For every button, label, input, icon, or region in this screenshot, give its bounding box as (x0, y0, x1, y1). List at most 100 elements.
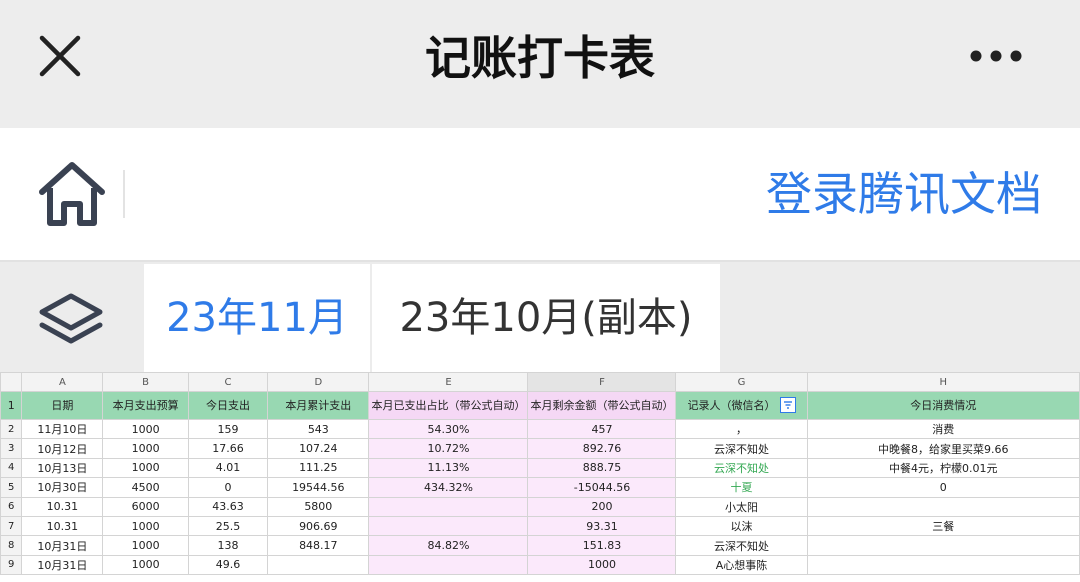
cell-today-detail[interactable]: 中晚餐8，给家里买菜9.66 (806, 438, 1080, 459)
cell-date[interactable]: 10月13日 (21, 457, 104, 479)
cell-budget[interactable]: 1000 (102, 554, 189, 576)
row-number[interactable]: 8 (0, 535, 23, 556)
cell-budget[interactable]: 1000 (102, 438, 189, 459)
cell-date[interactable]: 10月30日 (21, 477, 104, 498)
cell-remaining[interactable]: 200 (527, 496, 677, 517)
cell-today-detail[interactable]: 三餐 (806, 515, 1080, 537)
cell-date[interactable]: 10月12日 (21, 438, 104, 459)
cell-today-detail[interactable]: 0 (806, 477, 1080, 498)
column-header-f[interactable]: F (527, 372, 677, 392)
cell-month-total[interactable]: 5800 (267, 496, 370, 517)
sheet-tabs-bar: 23年11月 23年10月(副本) (0, 260, 1080, 372)
cell-today-detail[interactable] (806, 496, 1080, 517)
filter-icon[interactable] (779, 396, 796, 413)
cell-month-total[interactable]: 107.24 (267, 438, 370, 459)
cell-month-total[interactable]: 111.25 (267, 457, 370, 479)
select-all-corner[interactable] (0, 372, 23, 392)
cell-remaining[interactable]: 151.83 (527, 535, 677, 556)
cell-month-total[interactable]: 543 (267, 418, 370, 440)
cell-budget[interactable]: 6000 (102, 496, 189, 517)
cell-spent-ratio[interactable]: 11.13% (368, 457, 529, 479)
cell-date[interactable]: 10.31 (21, 496, 104, 517)
header-cell-remaining[interactable]: 本月剩余金额（带公式自动） (527, 391, 677, 420)
header-cell-month-total[interactable]: 本月累计支出 (267, 391, 370, 420)
cell-spent-ratio[interactable] (368, 554, 529, 576)
cell-budget[interactable]: 1000 (102, 418, 189, 440)
header-cell-today-spend[interactable]: 今日支出 (187, 391, 269, 420)
cell-date[interactable]: 11月10日 (21, 418, 104, 440)
cell-spent-ratio[interactable]: 434.32% (368, 477, 529, 498)
cell-month-total[interactable]: 906.69 (267, 515, 370, 537)
sheet-list-button[interactable] (0, 262, 142, 372)
row-number[interactable]: 9 (0, 554, 23, 576)
row-number[interactable]: 1 (0, 391, 23, 420)
cell-month-total[interactable]: 848.17 (267, 535, 370, 556)
row-number[interactable]: 3 (0, 438, 23, 459)
cell-recorder[interactable]: 以沫 (675, 515, 808, 537)
cell-month-total[interactable] (267, 554, 370, 576)
cell-remaining[interactable]: 1000 (527, 554, 677, 576)
header-cell-date[interactable]: 日期 (21, 391, 104, 420)
cell-recorder[interactable]: A心想事陈 (675, 554, 808, 576)
cell-today-spend[interactable]: 43.63 (187, 496, 269, 517)
cell-recorder[interactable]: 小太阳 (675, 496, 808, 517)
close-button[interactable] (34, 30, 86, 82)
tab-23-nov[interactable]: 23年11月 (144, 264, 370, 372)
header-cell-spent-ratio[interactable]: 本月已支出占比（带公式自动） (368, 391, 529, 420)
column-header-d[interactable]: D (267, 372, 370, 392)
row-number[interactable]: 7 (0, 515, 23, 537)
cell-today-spend[interactable]: 159 (187, 418, 269, 440)
column-header-a[interactable]: A (21, 372, 104, 392)
cell-today-detail[interactable]: 中餐4元，柠檬0.01元 (806, 457, 1080, 479)
cell-budget[interactable]: 4500 (102, 477, 189, 498)
cell-today-spend[interactable]: 25.5 (187, 515, 269, 537)
cell-budget[interactable]: 1000 (102, 535, 189, 556)
cell-remaining[interactable]: -15044.56 (527, 477, 677, 498)
cell-remaining[interactable]: 892.76 (527, 438, 677, 459)
column-header-e[interactable]: E (368, 372, 529, 392)
cell-budget[interactable]: 1000 (102, 457, 189, 479)
column-header-h[interactable]: H (806, 372, 1080, 392)
column-header-c[interactable]: C (187, 372, 269, 392)
home-button[interactable] (36, 160, 108, 228)
column-header-b[interactable]: B (102, 372, 189, 392)
cell-remaining[interactable]: 888.75 (527, 457, 677, 479)
cell-today-detail[interactable]: 消费 (806, 418, 1080, 440)
cell-recorder[interactable]: 云深不知处 (675, 457, 808, 479)
login-tencent-docs-link[interactable]: 登录腾讯文档 (766, 128, 1042, 260)
cell-today-spend[interactable]: 0 (187, 477, 269, 498)
cell-spent-ratio[interactable]: 54.30% (368, 418, 529, 440)
cell-today-spend[interactable]: 4.01 (187, 457, 269, 479)
cell-date[interactable]: 10月31日 (21, 554, 104, 576)
cell-remaining[interactable]: 93.31 (527, 515, 677, 537)
header-cell-today-detail[interactable]: 今日消费情况 (806, 391, 1080, 420)
spreadsheet-grid[interactable]: A B C D E F G H 1 日期 本月支出预算 今日支出 本月累计支出 … (0, 372, 1080, 582)
cell-date[interactable]: 10月31日 (21, 535, 104, 556)
cell-month-total[interactable]: 19544.56 (267, 477, 370, 498)
cell-today-spend[interactable]: 138 (187, 535, 269, 556)
row-number[interactable]: 6 (0, 496, 23, 517)
cell-recorder[interactable]: ， (675, 418, 808, 440)
cell-spent-ratio[interactable]: 84.82% (368, 535, 529, 556)
more-options-button[interactable] (960, 38, 1032, 74)
cell-remaining[interactable]: 457 (527, 418, 677, 440)
column-header-g[interactable]: G (675, 372, 808, 392)
cell-today-detail[interactable] (806, 554, 1080, 576)
cell-date[interactable]: 10.31 (21, 515, 104, 537)
header-cell-budget[interactable]: 本月支出预算 (102, 391, 189, 420)
cell-budget[interactable]: 1000 (102, 515, 189, 537)
cell-recorder[interactable]: 云深不知处 (675, 535, 808, 556)
row-number[interactable]: 5 (0, 477, 23, 498)
cell-spent-ratio[interactable]: 10.72% (368, 438, 529, 459)
row-number[interactable]: 2 (0, 418, 23, 440)
cell-today-spend[interactable]: 17.66 (187, 438, 269, 459)
cell-recorder[interactable]: 十夏 (675, 477, 808, 498)
cell-spent-ratio[interactable] (368, 496, 529, 517)
row-number[interactable]: 4 (0, 457, 23, 479)
cell-recorder[interactable]: 云深不知处 (675, 438, 808, 459)
cell-today-detail[interactable] (806, 535, 1080, 556)
cell-spent-ratio[interactable] (368, 515, 529, 537)
header-cell-recorder[interactable]: 记录人（微信名） (675, 391, 808, 420)
cell-today-spend[interactable]: 49.6 (187, 554, 269, 576)
tab-23-oct-copy[interactable]: 23年10月(副本) (372, 264, 720, 372)
